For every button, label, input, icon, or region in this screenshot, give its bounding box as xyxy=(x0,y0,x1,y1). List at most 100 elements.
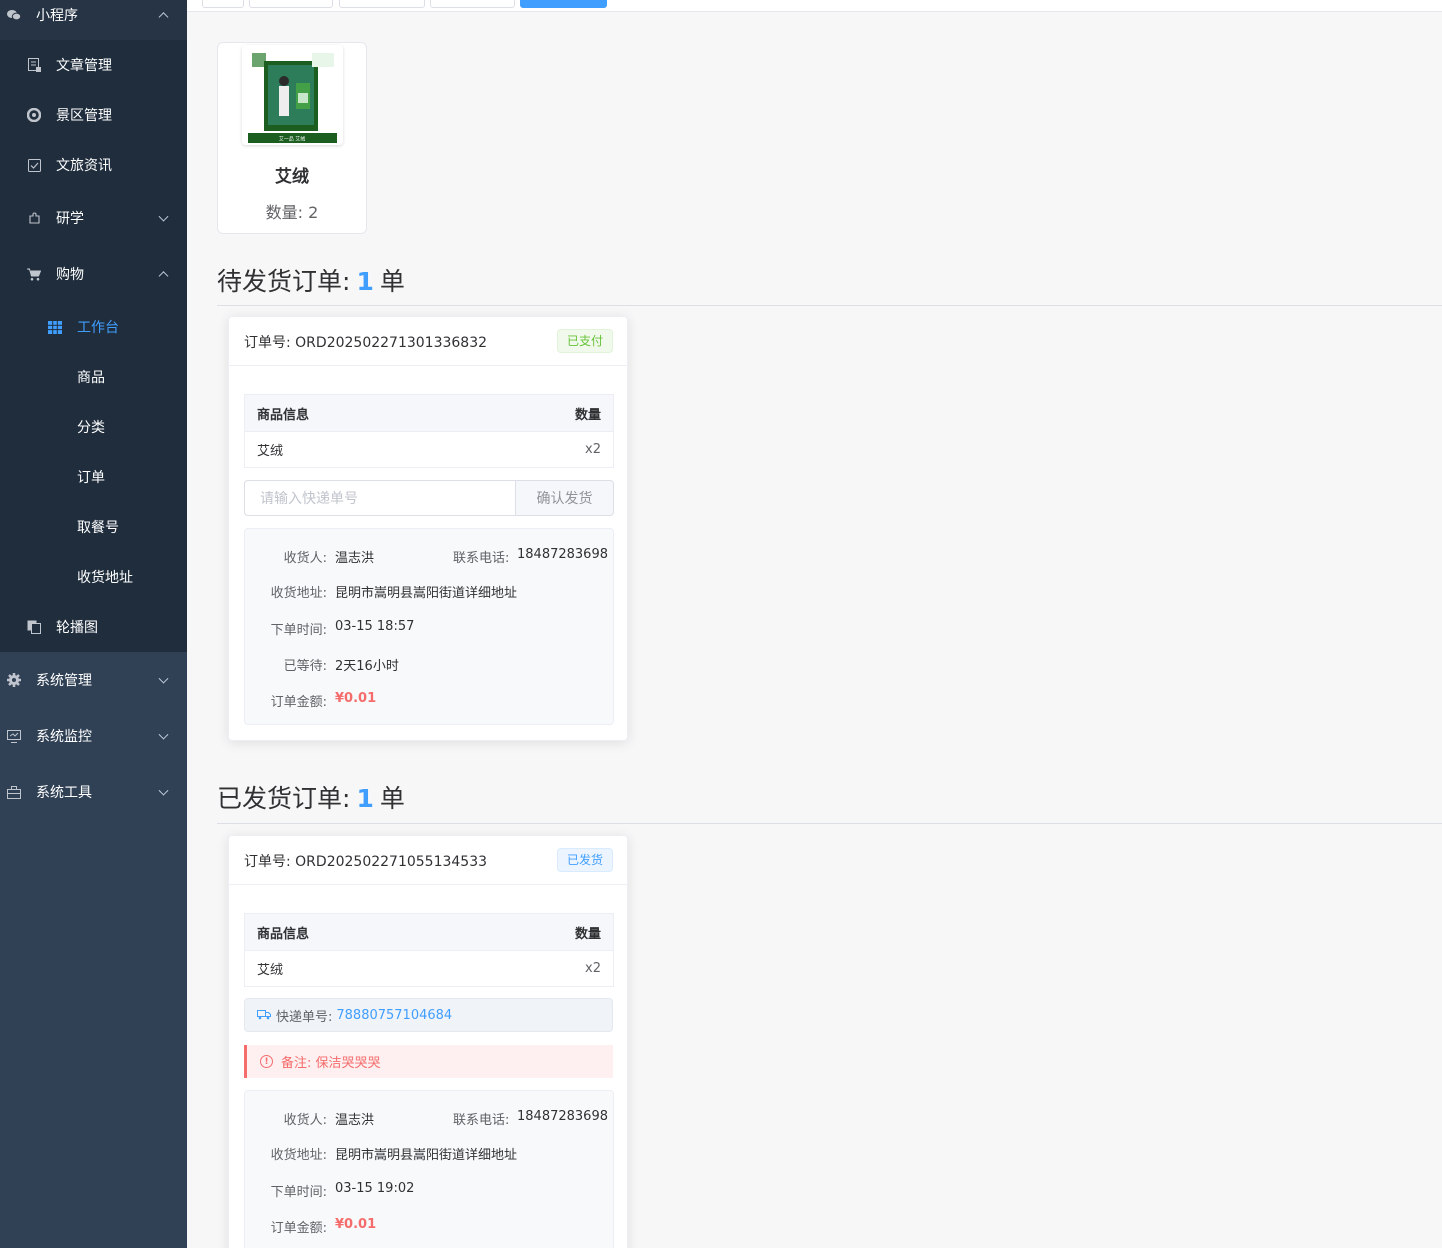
order-amount: ¥0.01 xyxy=(335,1217,377,1232)
miniprogram-menu-header[interactable]: 小程序 xyxy=(0,0,187,40)
express-info: 快递单号: 78880757104684 xyxy=(244,998,613,1032)
sidebar-item-label: 取餐号 xyxy=(77,520,119,536)
sidebar-item-label: 商品 xyxy=(77,370,105,386)
column-header-qty: 数量 xyxy=(574,407,601,423)
ship-form: 请输入快递单号 确认发货 xyxy=(244,480,614,516)
shipped-orders-title: 已发货订单: 1 单 xyxy=(217,779,405,815)
sidebar-item-scenic[interactable]: 景区管理 xyxy=(0,90,187,140)
status-badge: 已支付 xyxy=(556,329,613,353)
sidebar-item-pickup-number[interactable]: 取餐号 xyxy=(0,502,187,552)
sidebar-item-label: 购物 xyxy=(56,267,84,283)
column-header-item: 商品信息 xyxy=(257,926,310,942)
sidebar-item-label: 系统工具 xyxy=(36,785,92,801)
order-card-header: 订单号: ORD202502271055134533 已发货 xyxy=(229,836,627,885)
info-row-amount: 订单金额: ¥0.01 xyxy=(245,1217,613,1237)
order-time: 03-15 19:02 xyxy=(335,1181,415,1196)
sidebar-menu-miniprogram[interactable]: 小程序 xyxy=(0,0,187,40)
info-label: 订单金额: xyxy=(270,695,327,710)
info-label: 订单金额: xyxy=(270,1221,327,1236)
sidebar-item-goods[interactable]: 商品 xyxy=(0,352,187,402)
toolbar-button[interactable] xyxy=(430,0,515,8)
order-items-table: 商品信息 数量 艾绒 x2 xyxy=(244,394,614,468)
sidebar-item-shopping[interactable]: 购物 xyxy=(0,249,187,299)
sidebar-item-carousel[interactable]: 轮播图 xyxy=(0,602,187,652)
pending-order-count: 1 xyxy=(356,267,374,296)
item-name: 艾绒 xyxy=(257,444,284,459)
product-image: 艾一品 艾绒 xyxy=(242,45,343,145)
order-info-box: 收货人: 温志洪 联系电话: 18487283698 收货地址: 昆明市嵩明县嵩… xyxy=(244,1090,614,1248)
info-label: 联系电话: xyxy=(453,551,510,566)
sidebar-item-system-management[interactable]: 系统管理 xyxy=(0,655,187,705)
wechat-icon xyxy=(6,7,22,23)
remark-text: 备注: 保洁哭哭哭 xyxy=(281,1056,381,1071)
sidebar-item-category[interactable]: 分类 xyxy=(0,402,187,452)
info-row-waited: 已等待: 2天16小时 xyxy=(245,655,613,675)
product-card[interactable]: 艾一品 艾绒 艾绒 数量: 2 xyxy=(217,42,367,234)
column-header-item: 商品信息 xyxy=(257,407,310,423)
sidebar-item-articles[interactable]: 文章管理 xyxy=(0,40,187,90)
phone-number: 18487283698 xyxy=(517,547,608,562)
truck-icon xyxy=(257,1008,271,1022)
sidebar-item-label: 景区管理 xyxy=(56,108,112,124)
chevron-up-icon xyxy=(158,12,169,23)
sidebar-item-label: 文旅资讯 xyxy=(56,158,112,174)
express-number[interactable]: 78880757104684 xyxy=(336,1008,452,1023)
section-title-unit: 单 xyxy=(379,784,405,813)
address: 昆明市嵩明县嵩阳街道详细地址 xyxy=(335,586,518,601)
sidebar-item-news[interactable]: 文旅资讯 xyxy=(0,140,187,190)
tracking-number-input[interactable]: 请输入快递单号 xyxy=(244,480,515,516)
sidebar-item-label: 收货地址 xyxy=(77,570,133,586)
info-row-address: 收货地址: 昆明市嵩明县嵩阳街道详细地址 xyxy=(245,582,613,602)
info-label: 下单时间: xyxy=(270,1185,327,1200)
toolbox-icon xyxy=(6,784,22,800)
sidebar-item-label: 系统监控 xyxy=(36,729,92,745)
sidebar-item-address[interactable]: 收货地址 xyxy=(0,552,187,602)
shipped-order-card: 订单号: ORD202502271055134533 已发货 商品信息 数量 艾绒… xyxy=(228,835,628,1248)
sidebar-item-workbench[interactable]: 工作台 xyxy=(0,302,187,352)
monitor-icon xyxy=(6,728,22,744)
column-header-qty: 数量 xyxy=(574,926,601,942)
chevron-down-icon xyxy=(158,785,169,796)
shipped-order-count: 1 xyxy=(356,784,374,813)
item-qty: x2 xyxy=(585,961,601,976)
order-remark: ! 备注: 保洁哭哭哭 xyxy=(244,1045,613,1078)
toolbar-button[interactable] xyxy=(339,0,425,8)
chevron-down-icon xyxy=(158,729,169,740)
checkbox-icon xyxy=(26,157,42,173)
sidebar-item-label: 研学 xyxy=(56,211,84,227)
cart-icon xyxy=(26,266,42,282)
chevron-down-icon xyxy=(158,673,169,684)
receiver-name: 温志洪 xyxy=(335,551,375,566)
toolbar-button[interactable] xyxy=(202,0,244,8)
toolbar-primary-button[interactable] xyxy=(520,0,607,8)
status-badge: 已发货 xyxy=(556,848,613,872)
sidebar: 小程序 文章管理 景区管理 文旅资讯 研学 购物 工作台 商品 分类 订单 取餐… xyxy=(0,0,187,1248)
section-title-label: 待发货订单: xyxy=(217,267,351,296)
document-icon xyxy=(26,57,42,73)
sidebar-item-study[interactable]: 研学 xyxy=(0,193,187,243)
chevron-up-icon xyxy=(158,271,169,282)
table-header: 商品信息 数量 xyxy=(245,395,613,432)
sidebar-item-orders[interactable]: 订单 xyxy=(0,452,187,502)
svg-text:艾一品 艾绒: 艾一品 艾绒 xyxy=(279,136,306,143)
order-number: 订单号: ORD202502271055134533 xyxy=(244,854,488,870)
sidebar-item-label: 分类 xyxy=(77,420,105,436)
sidebar-item-label: 订单 xyxy=(77,470,105,486)
pending-order-card: 订单号: ORD202502271301336832 已支付 商品信息 数量 艾绒… xyxy=(228,316,628,741)
info-row-amount: 订单金额: ¥0.01 xyxy=(245,691,613,711)
info-label: 收货人: xyxy=(283,1113,327,1128)
info-row-receiver: 收货人: 温志洪 联系电话: 18487283698 xyxy=(245,547,613,567)
sidebar-item-label: 工作台 xyxy=(77,320,119,336)
sidebar-item-system-tools[interactable]: 系统工具 xyxy=(0,767,187,817)
phone-number: 18487283698 xyxy=(517,1109,608,1124)
sidebar-item-system-monitor[interactable]: 系统监控 xyxy=(0,711,187,761)
puzzle-icon xyxy=(26,210,42,226)
confirm-ship-button[interactable]: 确认发货 xyxy=(515,480,614,516)
scenic-icon xyxy=(26,107,42,123)
sidebar-item-label: 轮播图 xyxy=(56,620,98,636)
sidebar-item-label: 小程序 xyxy=(36,8,78,24)
table-row: 艾绒 x2 xyxy=(245,951,613,986)
chevron-down-icon xyxy=(158,211,169,222)
info-label: 联系电话: xyxy=(453,1113,510,1128)
toolbar-button[interactable] xyxy=(249,0,333,8)
